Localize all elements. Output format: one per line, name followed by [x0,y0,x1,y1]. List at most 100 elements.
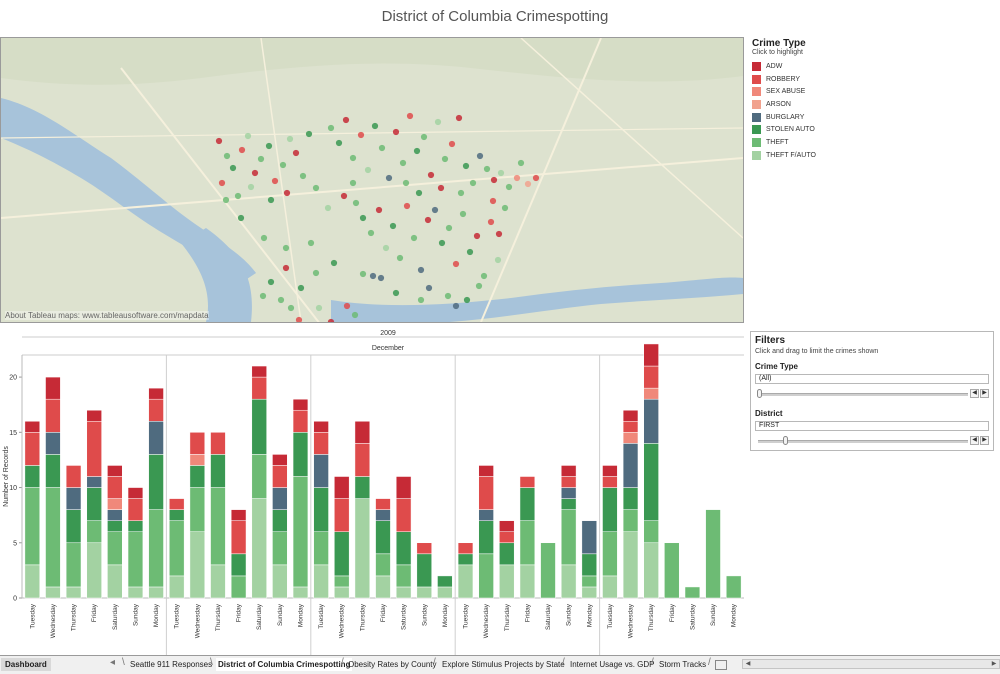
bar-segment[interactable] [189,432,206,455]
crime-point[interactable] [223,152,231,160]
crime-point[interactable] [352,199,360,207]
crime-point[interactable] [490,176,498,184]
crime-point[interactable] [469,179,477,187]
crime-point[interactable] [307,239,315,247]
bar-segment[interactable] [499,531,515,544]
bar-segment[interactable] [45,398,61,433]
bar-segment[interactable] [210,564,226,599]
bar-segment[interactable] [313,432,329,455]
crime-point[interactable] [389,222,397,230]
bar-segment[interactable] [251,376,267,400]
crime-point[interactable] [299,172,307,180]
bar-segment[interactable] [272,465,288,488]
crime-point[interactable] [257,155,265,163]
bar-segment[interactable] [560,476,577,488]
bar-segment[interactable] [148,586,164,599]
bar-segment[interactable] [560,465,577,477]
bar-segment[interactable] [334,476,350,499]
crime-point[interactable] [517,159,525,167]
bar-segment[interactable] [189,531,206,599]
crime-point[interactable] [441,155,449,163]
crime-point[interactable] [349,179,357,187]
bar-segment[interactable] [272,564,288,599]
tab-storm-tracks[interactable]: Storm Tracks [659,658,706,671]
bar-segment[interactable] [395,564,412,588]
bar-segment[interactable] [726,575,742,599]
crime-point[interactable] [524,180,532,188]
crime-point[interactable] [271,177,279,185]
bar-segment[interactable] [127,520,144,532]
bar-segment[interactable] [86,409,102,422]
crime-point[interactable] [282,244,290,252]
crime-point[interactable] [377,274,385,282]
crime-point[interactable] [396,254,404,262]
bar-segment[interactable] [107,465,123,477]
crime-point[interactable] [497,169,505,177]
crime-point[interactable] [349,154,357,162]
bar-segment[interactable] [416,553,432,588]
crime-type-prev-button[interactable]: ◀ [970,389,979,398]
bar-segment[interactable] [230,520,247,555]
district-next-button[interactable]: ▶ [980,436,989,445]
crime-point[interactable] [375,206,383,214]
bar-segment[interactable] [107,531,123,566]
tab-obesity-rates[interactable]: Obesity Rates by County [348,658,436,671]
bar-segment[interactable] [643,398,659,444]
bar-segment[interactable] [560,487,577,499]
bar-segment[interactable] [622,487,639,510]
crime-point[interactable] [234,192,242,200]
bar-segment[interactable] [272,454,288,466]
bar-segment[interactable] [86,520,102,544]
crime-point[interactable] [286,135,294,143]
crime-point[interactable] [305,130,313,138]
bar-segment[interactable] [148,398,164,422]
crime-point[interactable] [445,224,453,232]
crime-point[interactable] [402,179,410,187]
crime-point[interactable] [392,128,400,136]
crime-point[interactable] [475,282,483,290]
crime-point[interactable] [279,161,287,169]
crime-point[interactable] [292,149,300,157]
crime-point[interactable] [287,304,295,312]
crime-point[interactable] [452,260,460,268]
bar-segment[interactable] [602,476,618,488]
bar-segment[interactable] [519,564,536,599]
bar-segment[interactable] [457,553,474,566]
bar-segment[interactable] [581,586,597,599]
bar-segment[interactable] [148,509,164,588]
bar-segment[interactable] [189,454,206,466]
bar-segment[interactable] [45,586,61,599]
bar-segment[interactable] [107,509,123,521]
bar-segment[interactable] [416,586,432,599]
bar-segment[interactable] [395,498,412,532]
bar-segment[interactable] [622,509,639,532]
bar-segment[interactable] [292,398,309,411]
bar-segment[interactable] [622,409,639,422]
crime-point[interactable] [487,218,495,226]
crime-point[interactable] [385,174,393,182]
crime-point[interactable] [466,248,474,256]
tab-dc-crimespotting[interactable]: District of Columbia Crimespotting [216,658,353,671]
bar-segment[interactable] [622,432,639,444]
bar-segment[interactable] [292,432,309,477]
crime-point[interactable] [238,146,246,154]
scroll-left-button[interactable]: ◀ [743,660,753,668]
bar-segment[interactable] [622,531,639,599]
bar-segment[interactable] [189,487,206,532]
crime-point[interactable] [494,256,502,264]
bar-segment[interactable] [210,454,226,488]
legend-item-burglary[interactable]: BURGLARY [752,111,992,124]
bar-segment[interactable] [560,509,577,566]
district-filter-value[interactable]: FIRST [755,421,989,431]
bar-segment[interactable] [499,542,515,566]
crime-point[interactable] [343,302,351,310]
bar-segment[interactable] [86,421,102,477]
crime-point[interactable] [267,196,275,204]
bar-segment[interactable] [148,454,164,510]
crime-point[interactable] [229,164,237,172]
bar-segment[interactable] [602,575,618,599]
bar-segment[interactable] [169,575,185,599]
bar-segment[interactable] [375,520,391,555]
bar-segment[interactable] [560,498,577,510]
bar-segment[interactable] [272,487,288,510]
